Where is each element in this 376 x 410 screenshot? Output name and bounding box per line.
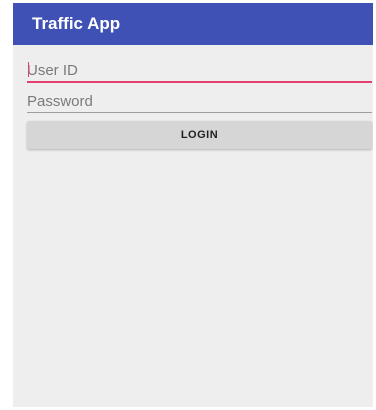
- app-screen: Traffic App LOGIN: [13, 3, 373, 407]
- user-id-field-container: [27, 59, 372, 83]
- login-button[interactable]: LOGIN: [27, 121, 372, 149]
- text-cursor: [28, 62, 29, 77]
- app-bar: Traffic App: [13, 3, 373, 45]
- password-input[interactable]: [27, 93, 372, 110]
- login-form: LOGIN: [13, 59, 373, 149]
- password-field-container: [27, 93, 372, 113]
- user-id-input[interactable]: [27, 62, 372, 79]
- app-title: Traffic App: [32, 14, 121, 33]
